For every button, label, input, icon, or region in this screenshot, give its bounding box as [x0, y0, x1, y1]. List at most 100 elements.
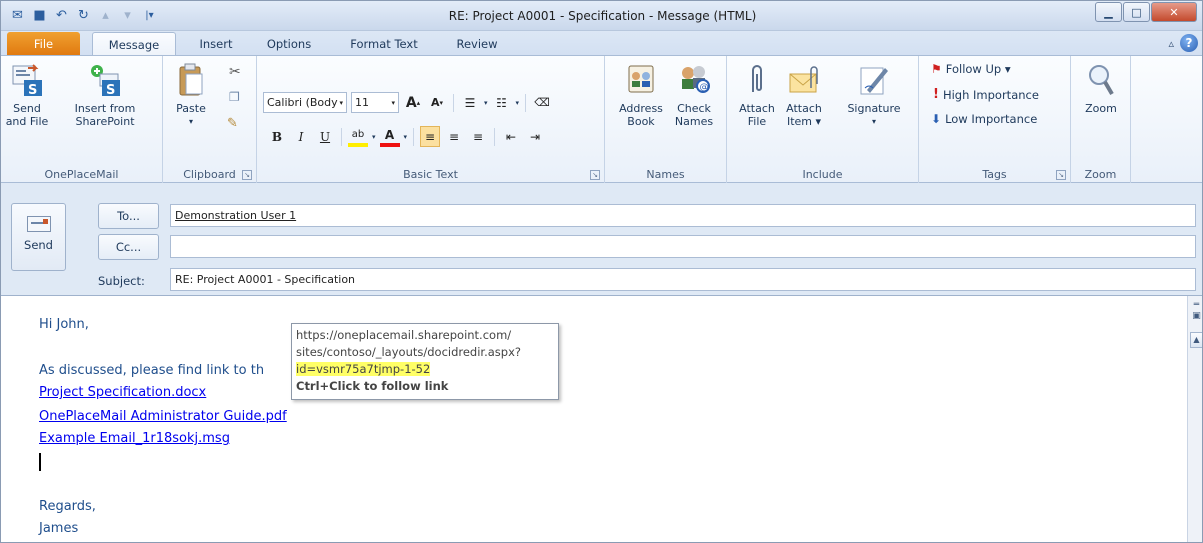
- attach-item-label-1: Attach: [786, 102, 822, 115]
- cc-button[interactable]: Cc...: [98, 234, 159, 260]
- attach-item-label-2: Item ▾: [786, 115, 822, 128]
- format-painter-icon[interactable]: ✎: [227, 116, 238, 131]
- address-book-button[interactable]: Address Book: [617, 62, 665, 128]
- send-button[interactable]: Send: [11, 203, 66, 271]
- increase-indent-icon[interactable]: ⇥: [525, 126, 545, 147]
- send-and-file-label-1: Send: [13, 102, 41, 115]
- next-item-icon[interactable]: ▾: [119, 7, 136, 24]
- send-icon-flag: [42, 219, 48, 224]
- check-names-label-1: Check: [677, 102, 711, 115]
- undo-icon[interactable]: ↶: [53, 7, 70, 24]
- signature-button[interactable]: Signature ▾: [839, 62, 909, 128]
- high-importance-button[interactable]: ! High Importance: [933, 87, 1039, 102]
- customize-toolbar-icon[interactable]: |▾: [141, 7, 158, 24]
- font-size-combo[interactable]: 11 ▾: [351, 92, 399, 113]
- zoom-button[interactable]: Zoom: [1079, 62, 1123, 115]
- redo-icon[interactable]: ↻: [75, 7, 92, 24]
- previous-item-icon[interactable]: ▴: [97, 7, 114, 24]
- format-row: B I U ab ▾ A ▾ ≡ ≡ ≡ ⇤ ⇥: [267, 126, 545, 147]
- subject-field[interactable]: RE: Project A0001 - Specification: [170, 268, 1196, 291]
- paste-dropdown-icon[interactable]: ▾: [171, 115, 211, 128]
- copy-icon[interactable]: ❐: [229, 90, 240, 104]
- font-name-dropdown-icon: ▾: [339, 98, 343, 107]
- tags-launcher-icon[interactable]: ↘: [1056, 170, 1066, 180]
- send-and-file-label-2: and File: [5, 115, 49, 128]
- group-label-include: Include: [802, 168, 843, 181]
- italic-icon[interactable]: I: [291, 126, 311, 147]
- align-left-icon[interactable]: ≡: [420, 126, 441, 147]
- paste-button[interactable]: Paste ▾: [171, 62, 211, 128]
- cut-icon[interactable]: ✂: [229, 64, 241, 80]
- signature-icon: [857, 62, 891, 98]
- window-controls: ▁ □ ✕: [1095, 2, 1197, 22]
- title-bar: ✉ ■ ↶ ↻ ▴ ▾ |▾ RE: Project A0001 - Speci…: [1, 1, 1202, 31]
- align-right-icon[interactable]: ≡: [468, 126, 488, 147]
- link-project-specification[interactable]: Project Specification.docx: [39, 385, 206, 400]
- numbering-dropdown-icon[interactable]: ▾: [516, 99, 520, 107]
- clipboard-label-text: Clipboard: [183, 168, 236, 181]
- tab-review[interactable]: Review: [449, 32, 505, 55]
- group-names: Address Book @ Check Names Names: [605, 56, 727, 183]
- attach-file-label-2: File: [747, 115, 767, 128]
- group-label-names: Names: [646, 168, 685, 181]
- tooltip-url-id: id=vsmr75a7tjmp-1-52: [296, 362, 431, 376]
- to-button[interactable]: To...: [98, 203, 159, 229]
- outlook-app-icon[interactable]: ✉: [9, 7, 26, 24]
- bullets-icon[interactable]: ☰: [460, 92, 480, 113]
- bullets-dropdown-icon[interactable]: ▾: [484, 99, 488, 107]
- body-signature-name: James: [39, 521, 79, 536]
- send-and-file-icon: S: [10, 62, 44, 98]
- check-names-button[interactable]: @ Check Names: [669, 62, 719, 128]
- tab-insert[interactable]: Insert: [191, 32, 241, 55]
- bold-icon[interactable]: B: [267, 126, 287, 147]
- send-label: Send: [24, 238, 53, 252]
- font-row: Calibri (Body ▾ 11 ▾ A ▴ A ▾ ☰ ▾ ☷ ▾ ⌫: [263, 92, 552, 113]
- maximize-button[interactable]: □: [1123, 2, 1150, 22]
- insert-from-sharepoint-button[interactable]: S Insert from SharePoint: [53, 62, 157, 128]
- minimize-button[interactable]: ▁: [1095, 2, 1122, 22]
- send-icon: [26, 216, 51, 232]
- shrink-font-icon[interactable]: A ▾: [427, 92, 447, 113]
- separator: [341, 127, 342, 146]
- clipboard-launcher-icon[interactable]: ↘: [242, 170, 252, 180]
- tab-message[interactable]: Message: [92, 32, 176, 55]
- decrease-indent-icon[interactable]: ⇤: [501, 126, 521, 147]
- follow-up-button[interactable]: ⚑ Follow Up ▾: [931, 62, 1011, 76]
- tab-format-text[interactable]: Format Text: [341, 32, 427, 55]
- cc-field[interactable]: [170, 235, 1196, 258]
- follow-up-label: Follow Up ▾: [945, 62, 1011, 76]
- body-regards: Regards,: [39, 499, 96, 514]
- save-icon[interactable]: ■: [31, 7, 48, 24]
- help-icon[interactable]: ?: [1180, 34, 1198, 52]
- highlight-dropdown-icon[interactable]: ▾: [372, 133, 376, 141]
- underline-icon[interactable]: U: [315, 126, 335, 147]
- tab-options[interactable]: Options: [259, 32, 319, 55]
- to-recipient[interactable]: Demonstration User 1: [175, 209, 296, 222]
- low-importance-button[interactable]: ⬇ Low Importance: [931, 112, 1037, 126]
- font-color-icon[interactable]: A: [379, 126, 400, 147]
- group-clipboard: Paste ▾ ✂ ❐ ✎ Clipboard ↘: [163, 56, 257, 183]
- numbering-icon[interactable]: ☷: [492, 92, 512, 113]
- font-color-dropdown-icon[interactable]: ▾: [404, 133, 408, 141]
- link-example-email[interactable]: Example Email_1r18sokj.msg: [39, 431, 230, 446]
- ruler-toggle-icon[interactable]: ═ ▣: [1191, 300, 1202, 322]
- grow-font-icon[interactable]: A ▴: [403, 92, 423, 113]
- font-name-combo[interactable]: Calibri (Body ▾: [263, 92, 347, 113]
- check-names-icon: @: [677, 62, 711, 98]
- scroll-up-arrow[interactable]: ▲: [1190, 332, 1202, 348]
- highlight-color-icon[interactable]: ab: [348, 126, 368, 147]
- close-button[interactable]: ✕: [1151, 2, 1197, 22]
- signature-dropdown-icon[interactable]: ▾: [839, 115, 909, 128]
- clear-formatting-icon[interactable]: ⌫: [532, 92, 552, 113]
- minimize-ribbon-icon[interactable]: ▵: [1168, 37, 1174, 50]
- tab-file[interactable]: File: [7, 32, 80, 55]
- attach-item-button[interactable]: Attach Item ▾: [781, 62, 827, 128]
- to-field[interactable]: Demonstration User 1: [170, 204, 1196, 227]
- group-tags: ⚑ Follow Up ▾ ! High Importance ⬇ Low Im…: [919, 56, 1071, 183]
- link-administrator-guide[interactable]: OnePlaceMail Administrator Guide.pdf: [39, 409, 287, 424]
- vertical-scrollbar[interactable]: ═ ▣ ▲: [1187, 296, 1202, 542]
- send-and-file-button[interactable]: S Send and File: [5, 62, 49, 128]
- basic-text-launcher-icon[interactable]: ↘: [590, 170, 600, 180]
- align-center-icon[interactable]: ≡: [444, 126, 464, 147]
- attach-file-button[interactable]: Attach File: [737, 62, 777, 128]
